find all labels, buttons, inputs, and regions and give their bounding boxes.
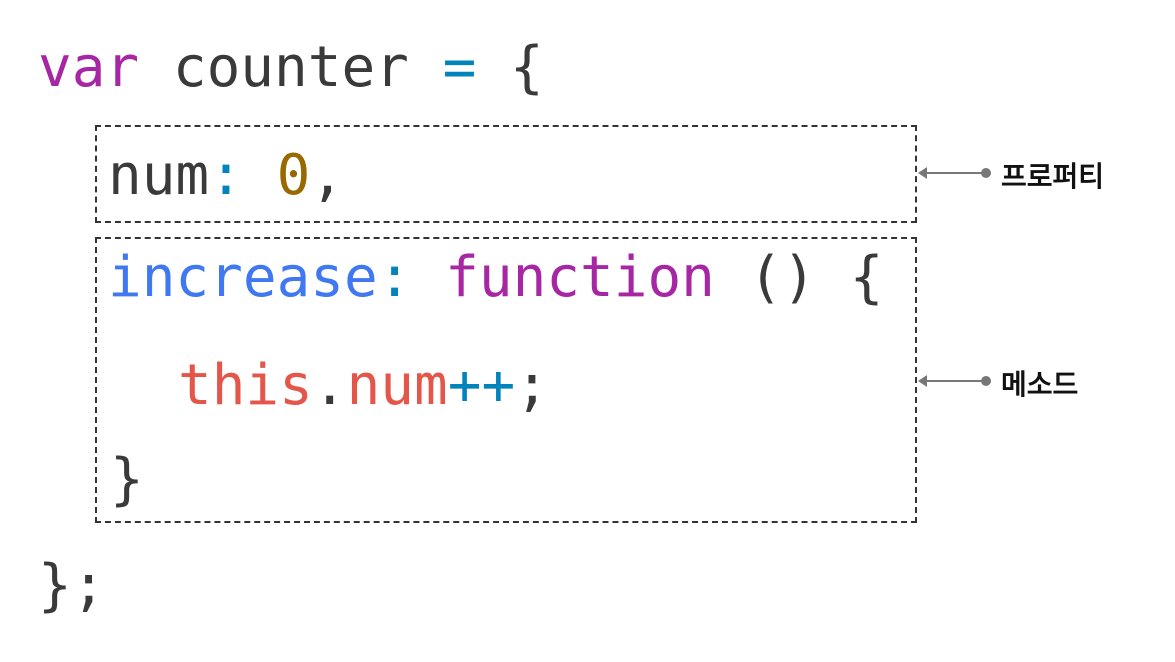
arrow-line xyxy=(926,172,986,174)
keyword-var: var xyxy=(38,35,140,100)
arrow-dot-icon xyxy=(981,376,991,386)
method-highlight-box xyxy=(95,237,917,523)
arrow-line xyxy=(926,380,986,382)
close-brace-semicolon: }; xyxy=(38,553,106,618)
property-highlight-box xyxy=(95,125,917,223)
operator-assign: = xyxy=(442,35,477,100)
code-line-close-object: }; xyxy=(38,558,105,614)
method-label: 메소드 xyxy=(1001,368,1079,401)
property-callout-arrow xyxy=(918,163,993,183)
property-label: 프로퍼티 xyxy=(1001,160,1105,193)
code-line-var-counter: var counter = { xyxy=(38,40,544,96)
open-brace: { xyxy=(476,35,544,100)
arrow-dot-icon xyxy=(981,168,991,178)
identifier-counter: counter xyxy=(139,35,443,100)
method-callout-arrow xyxy=(918,371,993,391)
